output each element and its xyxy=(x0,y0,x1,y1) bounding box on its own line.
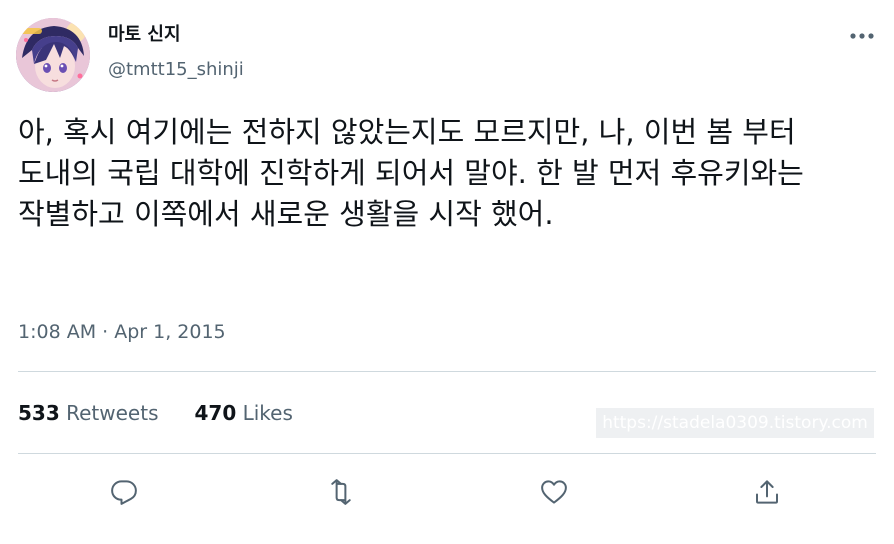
tweet-header: 마토 신지 @tmtt15_shinji xyxy=(16,16,878,92)
engagement-stats: 533 Retweets 470 Likes xyxy=(18,398,293,428)
share-icon xyxy=(756,480,778,504)
reply-icon xyxy=(111,480,137,505)
author-names: 마토 신지 @tmtt15_shinji xyxy=(108,22,708,83)
heart-icon xyxy=(541,480,567,504)
ellipsis-icon xyxy=(850,33,874,39)
retweet-button[interactable] xyxy=(323,474,359,510)
likes-stat[interactable]: 470 Likes xyxy=(194,398,292,428)
anime-character-avatar-icon xyxy=(16,18,90,92)
divider xyxy=(18,371,876,372)
more-options-button[interactable] xyxy=(846,20,878,52)
avatar[interactable] xyxy=(16,18,90,92)
likes-label: Likes xyxy=(242,401,293,425)
likes-count: 470 xyxy=(194,401,237,425)
tweet-timestamp[interactable]: 1:08 AM · Apr 1, 2015 xyxy=(18,318,226,346)
retweets-label: Retweets xyxy=(66,401,159,425)
divider xyxy=(18,453,876,454)
like-button[interactable] xyxy=(536,474,572,510)
retweets-count: 533 xyxy=(18,401,60,425)
reply-button[interactable] xyxy=(106,474,142,510)
display-name[interactable]: 마토 신지 xyxy=(108,22,708,48)
tweet-card: 마토 신지 @tmtt15_shinji 아, 혹시 여기에는 전하지 않았는지… xyxy=(0,0,894,544)
share-button[interactable] xyxy=(749,474,785,510)
watermark: https://stadela0309.tistory.com xyxy=(596,408,874,438)
handle[interactable]: @tmtt15_shinji xyxy=(108,57,708,83)
retweets-stat[interactable]: 533 Retweets xyxy=(18,398,158,428)
tweet-actions xyxy=(18,462,876,522)
retweet-icon xyxy=(331,479,351,505)
tweet-text: 아, 혹시 여기에는 전하지 않았는지도 모르지만, 나, 이번 봄 부터 도내… xyxy=(18,115,804,231)
